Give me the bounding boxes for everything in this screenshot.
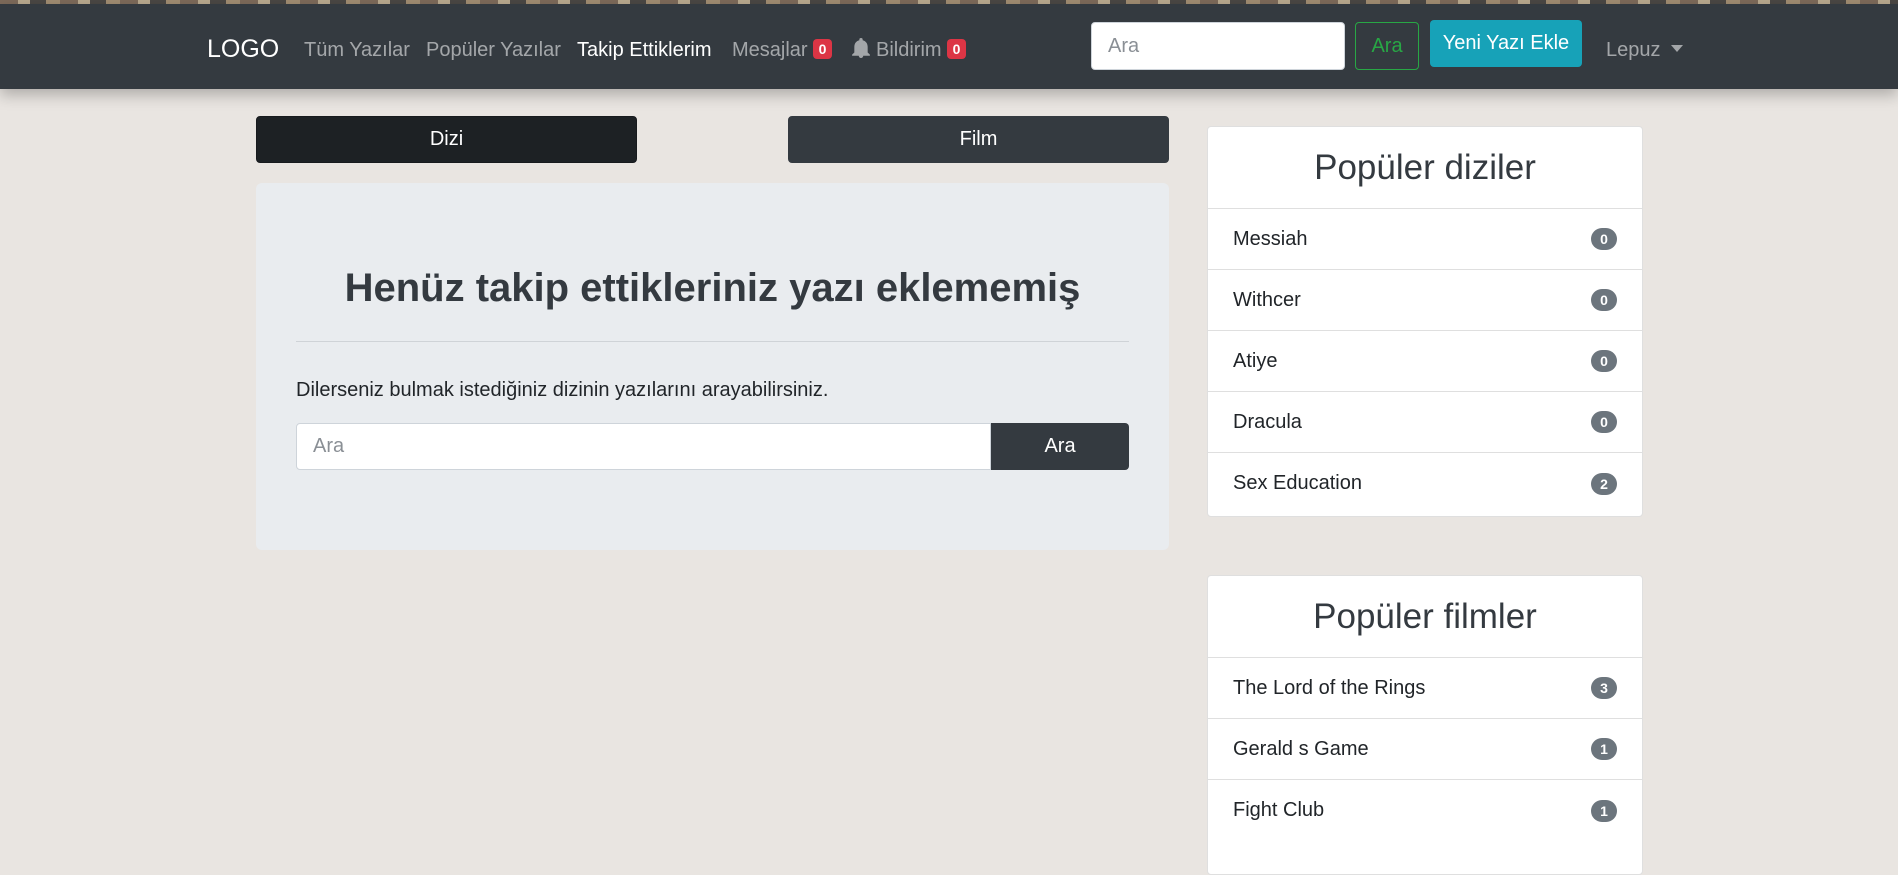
popular-films-card: Popüler filmler The Lord of the Rings 3 G… <box>1207 575 1643 875</box>
navbar: LOGO Tüm Yazılar Popüler Yazılar Takip E… <box>0 4 1898 89</box>
tab-films[interactable]: Film <box>788 116 1169 163</box>
series-search-input[interactable] <box>296 423 991 470</box>
nav-link-all-posts[interactable]: Tüm Yazılar <box>304 37 410 63</box>
list-item[interactable]: Dracula 0 <box>1208 392 1642 453</box>
empty-feed-title: Henüz takip ettikleriniz yazı eklememiş <box>344 266 1081 310</box>
series-name: Sex Education <box>1233 472 1362 494</box>
list-item[interactable]: Sex Education 2 <box>1208 453 1642 514</box>
nav-link-messages[interactable]: Mesajlar 0 <box>732 37 833 63</box>
count-badge: 3 <box>1591 677 1617 699</box>
brand-logo[interactable]: LOGO <box>207 34 279 64</box>
messages-count-badge: 0 <box>812 39 833 59</box>
notifications-count-badge: 0 <box>946 39 967 59</box>
caret-down-icon <box>1670 45 1683 52</box>
nav-link-following[interactable]: Takip Ettiklerim <box>577 37 711 63</box>
nav-link-notifications-label: Bildirim <box>876 39 942 61</box>
series-name: Messiah <box>1233 227 1308 250</box>
count-badge: 0 <box>1591 350 1617 372</box>
list-item[interactable]: Fight Club 1 <box>1208 780 1642 841</box>
count-badge: 2 <box>1591 472 1617 495</box>
film-name: Gerald s Game <box>1233 737 1369 760</box>
film-name: The Lord of the Rings <box>1233 676 1426 699</box>
series-name: Dracula <box>1233 410 1302 433</box>
bell-icon <box>852 38 870 58</box>
list-item[interactable]: Gerald s Game 1 <box>1208 719 1642 780</box>
count-badge: 1 <box>1591 738 1617 760</box>
list-item[interactable]: The Lord of the Rings 3 <box>1208 658 1642 719</box>
new-post-button[interactable]: Yeni Yazı Ekle <box>1430 20 1582 67</box>
popular-series-card: Popüler diziler Messiah 0 Withcer 0 Atiye 0… <box>1207 126 1643 517</box>
count-badge: 1 <box>1591 799 1617 822</box>
tab-series[interactable]: Dizi <box>256 116 637 163</box>
list-item[interactable]: Withcer 0 <box>1208 270 1642 331</box>
nav-link-notifications[interactable]: Bildirim 0 <box>852 37 967 63</box>
count-badge: 0 <box>1591 289 1617 311</box>
user-dropdown[interactable]: Lepuz <box>1606 37 1683 63</box>
navbar-search-input[interactable] <box>1091 22 1345 70</box>
popular-series-title: Popüler diziler <box>1208 127 1642 209</box>
user-name: Lepuz <box>1606 39 1661 61</box>
navbar-search-button[interactable]: Ara <box>1355 22 1419 70</box>
divider <box>296 341 1129 342</box>
series-name: Withcer <box>1233 288 1301 311</box>
empty-feed-text: Dilerseniz bulmak istediğiniz dizinin ya… <box>296 379 829 401</box>
nav-link-messages-label: Mesajlar <box>732 39 808 61</box>
count-badge: 0 <box>1591 411 1617 433</box>
list-item[interactable]: Atiye 0 <box>1208 331 1642 392</box>
series-name: Atiye <box>1233 349 1278 372</box>
series-search-button[interactable]: Ara <box>991 423 1129 470</box>
film-name: Fight Club <box>1233 799 1325 821</box>
list-item[interactable]: Messiah 0 <box>1208 209 1642 270</box>
empty-feed-panel: Henüz takip ettikleriniz yazı eklememiş … <box>256 183 1169 550</box>
nav-link-popular-posts[interactable]: Popüler Yazılar <box>426 37 561 63</box>
popular-films-title: Popüler filmler <box>1208 576 1642 658</box>
count-badge: 0 <box>1591 228 1617 250</box>
